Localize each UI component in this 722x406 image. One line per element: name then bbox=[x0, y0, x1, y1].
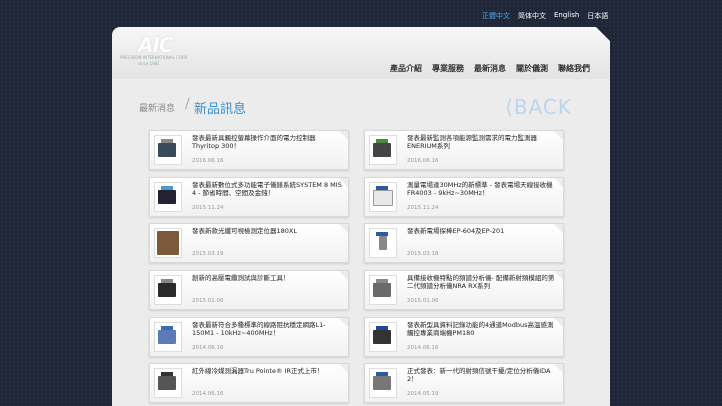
news-date: 2015.01.06 bbox=[192, 298, 224, 304]
news-date: 2014.06.16 bbox=[192, 345, 224, 351]
news-title: 發表新型具資料記錄功能的4通道Modbus高溫感測觸控專業商端機PM180 bbox=[407, 321, 554, 337]
news-card[interactable]: 正式發表：新一代的射頻信號干擾/定位分析儀IDA 2！ 2014.05.19 bbox=[364, 363, 564, 403]
news-date: 2014.06.16 bbox=[407, 345, 439, 351]
product-thumbnail bbox=[154, 322, 182, 352]
lang-japanese[interactable]: 日本語 bbox=[587, 11, 608, 21]
news-title: 紅外線冷媒測漏器Tru Pointe® IR正式上市！ bbox=[192, 367, 324, 375]
news-date: 2014.05.19 bbox=[407, 391, 439, 397]
news-date: 2016.06.16 bbox=[407, 158, 439, 164]
news-card[interactable]: 發表新型具資料記錄功能的4通道Modbus高溫感測觸控專業商端機PM180 20… bbox=[364, 317, 564, 357]
nav-contact[interactable]: 聯絡我們 bbox=[558, 63, 590, 74]
logo-since: since 1981 bbox=[138, 61, 160, 66]
logo[interactable]: AIC PRECISION INTERNATIONAL CORP. since … bbox=[120, 33, 188, 67]
news-title: 發表最新具觸控螢幕操作介面的電力控制器Thyritop 300！ bbox=[192, 134, 316, 150]
news-title: 正式發表：新一代的射頻信號干擾/定位分析儀IDA 2！ bbox=[407, 367, 551, 383]
news-date: 2015.11.24 bbox=[192, 205, 224, 211]
news-card[interactable]: 發表最新符合多種標準的線路阻抗穩定網路L1-150M1 - 10kHz~400M… bbox=[149, 317, 349, 357]
logo-mark: AIC bbox=[138, 33, 174, 57]
product-thumbnail bbox=[154, 368, 182, 398]
product-thumbnail bbox=[369, 368, 397, 398]
language-bar: 正體中文 简体中文 English 日本語 bbox=[482, 11, 608, 21]
chevron-left-icon: ⟨ bbox=[505, 95, 514, 119]
news-card[interactable]: 紅外線冷媒測漏器Tru Pointe® IR正式上市！ 2014.06.16 bbox=[149, 363, 349, 403]
lang-simplified-chinese[interactable]: 简体中文 bbox=[518, 11, 546, 21]
lang-traditional-chinese[interactable]: 正體中文 bbox=[482, 11, 510, 21]
nav-services[interactable]: 專業服務 bbox=[432, 63, 464, 74]
news-date: 2016.06.16 bbox=[192, 158, 224, 164]
news-title: 測量電場達30MHz的新標準 - 發表電場天線接收機FR4003 - 9kHz~… bbox=[407, 181, 553, 197]
news-title: 發表最新監測各項能源監測需求的電力監測器ENERIUM系列 bbox=[407, 134, 537, 150]
news-title: 發表新電場探棒EP-604及EP-201 bbox=[407, 227, 505, 235]
breadcrumb-parent[interactable]: 最新消息 bbox=[139, 101, 175, 114]
product-thumbnail bbox=[154, 275, 182, 305]
product-thumbnail bbox=[154, 182, 182, 212]
news-title: 發表最新符合多種標準的線路阻抗穩定網路L1-150M1 - 10kHz~400M… bbox=[192, 321, 326, 337]
news-date: 2014.06.16 bbox=[192, 391, 224, 397]
news-title: 具備接收機特點的頻譜分析儀- 配備新射頻模組的第二代頻譜分析儀NRA RX系列 bbox=[407, 274, 555, 290]
lang-english[interactable]: English bbox=[554, 11, 579, 21]
product-thumbnail bbox=[369, 135, 397, 165]
product-thumbnail bbox=[369, 322, 397, 352]
content-panel: 最新消息 / 新品訊息 ⟨BACK 發表最新具觸控螢幕操作介面的電力控制器Thy… bbox=[112, 79, 610, 406]
product-thumbnail bbox=[154, 135, 182, 165]
back-label: BACK bbox=[513, 95, 572, 119]
news-title: 發表最新數位式多功能電子儀錶系統SYSTEM 8 MIS 4 - 節省時間、空間… bbox=[192, 181, 342, 197]
main-nav: 產品介紹 專業服務 最新消息 關於儀測 聯絡我們 bbox=[390, 63, 590, 74]
breadcrumb-separator: / bbox=[185, 96, 190, 112]
news-card[interactable]: 發表新電場探棒EP-604及EP-201 2015.03.18 bbox=[364, 223, 564, 263]
news-date: 2015.11.24 bbox=[407, 205, 439, 211]
product-thumbnail bbox=[369, 182, 397, 212]
news-card[interactable]: 發表最新監測各項能源監測需求的電力監測器ENERIUM系列 2016.06.16 bbox=[364, 130, 564, 170]
news-card[interactable]: 發表最新數位式多功能電子儀錶系統SYSTEM 8 MIS 4 - 節省時間、空間… bbox=[149, 177, 349, 217]
product-thumbnail bbox=[154, 228, 182, 258]
news-date: 2015.03.19 bbox=[192, 251, 224, 257]
nav-about[interactable]: 關於儀測 bbox=[516, 63, 548, 74]
news-date: 2015.03.18 bbox=[407, 251, 439, 257]
nav-products[interactable]: 產品介紹 bbox=[390, 63, 422, 74]
news-title: 創新的高壓電纜測試與診斷工具！ bbox=[192, 274, 290, 282]
news-card[interactable]: 發表最新具觸控螢幕操作介面的電力控制器Thyritop 300！ 2016.06… bbox=[149, 130, 349, 170]
page-title: 新品訊息 bbox=[194, 102, 247, 117]
product-thumbnail bbox=[369, 228, 397, 258]
news-date: 2015.01.06 bbox=[407, 298, 439, 304]
back-button[interactable]: ⟨BACK bbox=[505, 95, 572, 119]
news-title: 發表新款光纖可視檢測定位器180XL bbox=[192, 227, 297, 235]
news-card[interactable]: 創新的高壓電纜測試與診斷工具！ 2015.01.06 bbox=[149, 270, 349, 310]
news-card[interactable]: 測量電場達30MHz的新標準 - 發表電場天線接收機FR4003 - 9kHz~… bbox=[364, 177, 564, 217]
logo-company-name: PRECISION INTERNATIONAL CORP. bbox=[120, 55, 188, 60]
news-card[interactable]: 發表新款光纖可視檢測定位器180XL 2015.03.19 bbox=[149, 223, 349, 263]
site-header: AIC PRECISION INTERNATIONAL CORP. since … bbox=[112, 27, 610, 79]
nav-news[interactable]: 最新消息 bbox=[474, 63, 506, 74]
news-card[interactable]: 具備接收機特點的頻譜分析儀- 配備新射頻模組的第二代頻譜分析儀NRA RX系列 … bbox=[364, 270, 564, 310]
product-thumbnail bbox=[369, 275, 397, 305]
